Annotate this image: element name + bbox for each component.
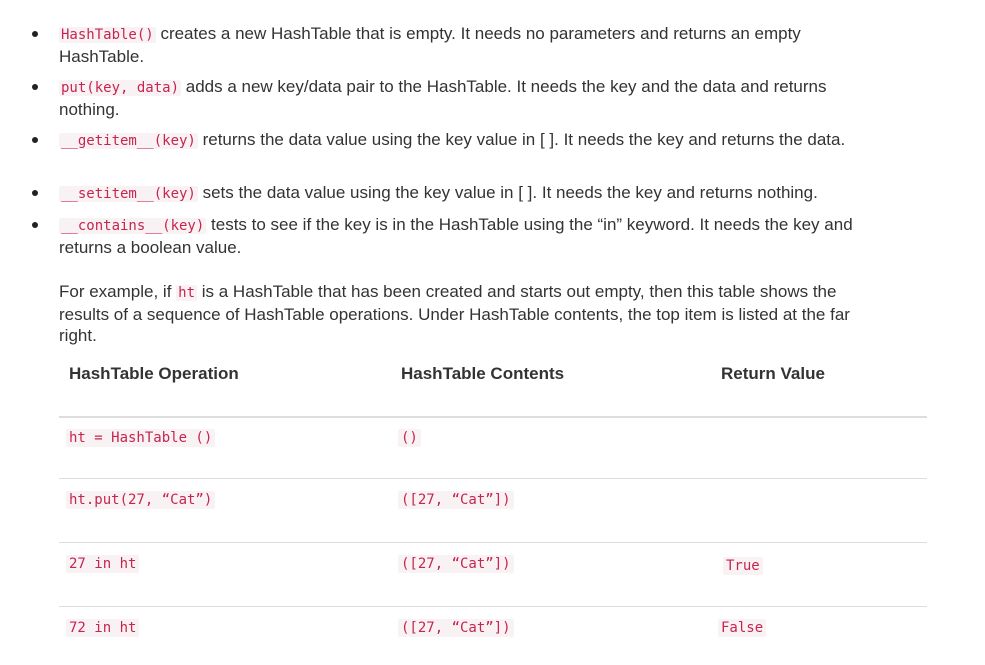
inline-code: ht	[176, 285, 198, 301]
inline-code: __contains__(key)	[59, 218, 207, 234]
cell-contents: ([27, “Cat”])	[398, 491, 514, 509]
cell-return: True	[723, 557, 763, 575]
table-divider	[59, 478, 927, 479]
example-text-pre: For example, if	[59, 282, 177, 301]
inline-code: HashTable()	[59, 27, 156, 43]
bullet-icon	[32, 84, 38, 90]
list-item-text: sets the data value using the key value …	[197, 183, 818, 202]
list-item: __setitem__(key) sets the data value usi…	[32, 182, 869, 205]
list-item: __getitem__(key) returns the data value …	[32, 129, 869, 152]
table-divider	[59, 416, 927, 418]
table-divider	[59, 542, 927, 543]
table-divider	[59, 606, 927, 607]
cell-contents: ([27, “Cat”])	[398, 555, 514, 573]
cell-operation: 27 in ht	[66, 555, 140, 573]
cell-operation: 72 in ht	[66, 619, 140, 637]
inline-code: __setitem__(key)	[59, 186, 198, 202]
list-item: __contains__(key) tests to see if the ke…	[32, 214, 869, 258]
cell-operation: ht.put(27, “Cat”)	[66, 491, 216, 509]
list-item: put(key, data) adds a new key/data pair …	[32, 76, 869, 120]
list-item-text: creates a new HashTable that is empty. I…	[59, 24, 801, 66]
bullet-icon	[32, 137, 38, 143]
cell-contents: ()	[398, 429, 421, 447]
cell-operation: ht = HashTable ()	[66, 429, 216, 447]
example-paragraph: For example, if ht is a HashTable that h…	[59, 281, 879, 346]
cell-contents: ([27, “Cat”])	[398, 619, 514, 637]
list-item-text: returns the data value using the key val…	[197, 130, 846, 149]
list-item: HashTable() creates a new HashTable that…	[32, 23, 869, 67]
header-operation: HashTable Operation	[69, 364, 239, 383]
bullet-icon	[32, 190, 38, 196]
bullet-icon	[32, 31, 38, 37]
inline-code: put(key, data)	[59, 80, 182, 96]
header-return: Return Value	[721, 364, 825, 383]
inline-code: __getitem__(key)	[59, 133, 198, 149]
bullet-icon	[32, 222, 38, 228]
cell-return: False	[718, 619, 767, 637]
header-contents: HashTable Contents	[401, 364, 565, 383]
